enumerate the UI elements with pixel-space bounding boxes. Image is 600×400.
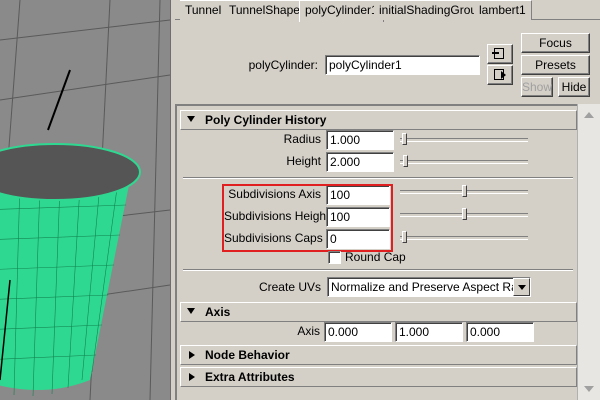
presets-button[interactable]: Presets <box>521 55 590 75</box>
create-uvs-label: Create UVs <box>258 280 321 294</box>
collapsed-triangle-icon <box>189 351 195 359</box>
hide-button[interactable]: Hide <box>558 77 590 97</box>
tab-lambert1[interactable]: lambert1 <box>474 0 532 20</box>
radius-label: Radius <box>283 132 321 146</box>
subdivisions-caps-slider[interactable] <box>400 236 528 240</box>
axis-x-field[interactable]: 0.000 <box>324 322 392 342</box>
height-field[interactable]: 2.000 <box>326 152 394 172</box>
load-selected-button[interactable] <box>487 44 513 64</box>
scroll-down-icon[interactable] <box>584 386 594 392</box>
axis-label: Axis <box>297 324 320 338</box>
chevron-down-icon[interactable] <box>513 278 530 296</box>
tab-tunnelshape[interactable]: TunnelShape <box>224 0 306 20</box>
axis-z-field[interactable]: 0.000 <box>466 322 534 342</box>
section-poly-cylinder-history[interactable]: Poly Cylinder History <box>180 110 577 130</box>
radius-field[interactable]: 1.000 <box>326 130 394 150</box>
highlight-box <box>222 184 393 252</box>
height-label: Height <box>286 154 321 168</box>
scroll-up-icon[interactable] <box>584 112 594 118</box>
separator <box>183 269 573 271</box>
collapsed-triangle-icon <box>189 373 195 381</box>
separator <box>183 177 573 179</box>
round-cap-label: Round Cap <box>345 250 406 264</box>
section-axis[interactable]: Axis <box>180 302 577 322</box>
arrow-out-icon <box>501 71 506 79</box>
node-type-label: polyCylinder: <box>248 58 318 72</box>
vertical-scrollbar[interactable] <box>577 104 600 400</box>
arrow-in-icon <box>492 52 499 54</box>
height-slider[interactable] <box>400 160 528 164</box>
axis-y-field[interactable]: 1.000 <box>395 322 463 342</box>
radius-slider-thumb[interactable] <box>402 133 407 145</box>
node-name-field[interactable]: polyCylinder1 <box>325 55 480 75</box>
height-slider-thumb[interactable] <box>403 155 408 167</box>
create-uvs-dropdown[interactable]: Normalize and Preserve Aspect Ratio <box>327 277 531 297</box>
tab-polycylinder1[interactable]: polyCylinder1 <box>299 0 384 22</box>
copy-tab-button[interactable] <box>487 65 513 85</box>
subdivisions-axis-slider-thumb[interactable] <box>462 185 467 197</box>
section-node-behavior[interactable]: Node Behavior <box>180 345 577 365</box>
subdivisions-caps-slider-thumb[interactable] <box>402 231 407 243</box>
tab-bar: Tunnel TunnelShape polyCylinder1 initial… <box>175 0 600 22</box>
viewport-scene <box>0 0 170 400</box>
radius-slider[interactable] <box>400 138 528 142</box>
tab-tunnel[interactable]: Tunnel <box>180 0 228 20</box>
section-title: Node Behavior <box>205 348 290 362</box>
round-cap-checkbox[interactable] <box>328 251 341 264</box>
section-title: Extra Attributes <box>205 370 295 384</box>
show-button[interactable]: Show <box>521 77 553 97</box>
focus-button[interactable]: Focus <box>521 33 590 53</box>
section-title: Axis <box>205 305 231 319</box>
subdivisions-height-slider-thumb[interactable] <box>462 208 467 220</box>
expand-triangle-icon <box>187 116 195 122</box>
expand-triangle-icon <box>187 308 195 314</box>
section-title: Poly Cylinder History <box>205 113 327 127</box>
section-extra-attributes[interactable]: Extra Attributes <box>180 367 577 387</box>
tab-initialshadinggroup[interactable]: initialShadingGroup <box>374 0 490 20</box>
viewport-3d[interactable] <box>0 0 170 400</box>
